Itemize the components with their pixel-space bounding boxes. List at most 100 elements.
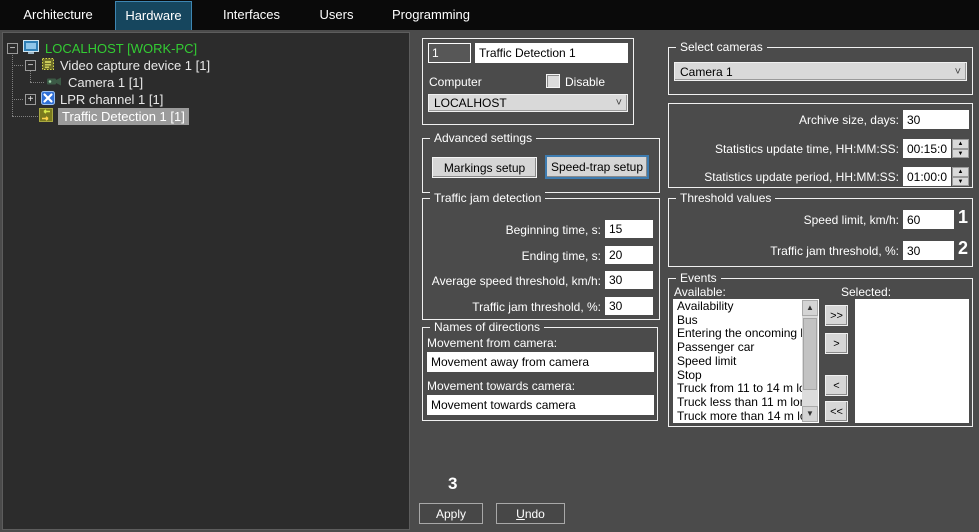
spin-down-icon[interactable]: ▼ [952, 177, 969, 187]
move-all-left-button[interactable]: << [825, 401, 848, 422]
camera-select-value: Camera 1 [680, 65, 733, 79]
jam-threshold-right-field[interactable] [903, 241, 954, 260]
stats-update-period-field[interactable] [903, 167, 951, 186]
disable-label: Disable [565, 75, 605, 89]
camera-icon [46, 75, 63, 90]
stats-update-time-field[interactable] [903, 139, 951, 158]
object-id-field[interactable] [428, 43, 471, 63]
tree-item-localhost[interactable]: − LOCALHOST [WORK-PC] [7, 40, 197, 57]
tree-item-label: Traffic Detection 1 [1] [58, 108, 189, 125]
chevron-down-icon: ˅ [955, 68, 961, 76]
markings-setup-button[interactable]: Markings setup [432, 157, 537, 178]
speed-limit-label: Speed limit, km/h: [673, 213, 899, 227]
ending-time-field[interactable] [605, 246, 653, 264]
callout-3: 3 [448, 474, 457, 494]
undo-rest: ndo [525, 507, 545, 521]
callout-1: 1 [958, 207, 968, 228]
lpr-channel-icon [41, 91, 55, 108]
tab-architecture[interactable]: Architecture [10, 1, 106, 29]
collapse-icon[interactable]: − [7, 43, 18, 54]
tab-hardware[interactable]: Hardware [115, 1, 192, 30]
tab-bar: Architecture Hardware Interfaces Users P… [0, 0, 979, 30]
move-all-right-button[interactable]: >> [825, 305, 848, 326]
avg-speed-threshold-field[interactable] [605, 271, 653, 289]
list-item[interactable]: Passenger car [674, 341, 802, 355]
tree-connector [12, 51, 13, 116]
traffic-jam-title: Traffic jam detection [430, 191, 545, 205]
archive-size-label: Archive size, days: [673, 113, 899, 127]
selected-events-list[interactable] [855, 299, 969, 423]
available-events-items: Availability Bus Entering the oncoming l… [674, 300, 802, 422]
beginning-time-label: Beginning time, s: [429, 223, 601, 237]
tree-item-traffic-detection[interactable]: Traffic Detection 1 [1] [39, 108, 189, 125]
advanced-settings-groupbox: Advanced settings Markings setup Speed-t… [422, 138, 660, 193]
tab-interfaces[interactable]: Interfaces [204, 1, 299, 29]
spin-down-icon[interactable]: ▼ [952, 149, 969, 159]
tree-connector [12, 65, 23, 66]
tree-item-label: Camera 1 [1] [68, 75, 143, 90]
list-item[interactable]: Truck from 11 to 14 m long [674, 382, 802, 396]
available-events-list[interactable]: Availability Bus Entering the oncoming l… [673, 299, 819, 423]
tree-item-label: LPR channel 1 [1] [60, 92, 163, 107]
movement-towards-label: Movement towards camera: [427, 379, 575, 393]
list-item[interactable]: Entering the oncoming lane [674, 327, 802, 341]
beginning-time-field[interactable] [605, 220, 653, 238]
available-label: Available: [674, 285, 726, 299]
chevron-down-icon: ˅ [616, 99, 622, 107]
expand-icon[interactable]: + [25, 94, 36, 105]
advanced-settings-title: Advanced settings [430, 131, 536, 145]
list-item[interactable]: Truck less than 11 m long [674, 396, 802, 410]
speed-limit-field[interactable] [903, 210, 954, 229]
scroll-up-icon[interactable]: ▲ [802, 300, 818, 316]
list-item[interactable]: Bus [674, 314, 802, 328]
events-title: Events [676, 271, 721, 285]
scroll-down-icon[interactable]: ▼ [802, 406, 818, 422]
directions-title: Names of directions [430, 320, 544, 334]
tree-item-lpr[interactable]: + LPR channel 1 [1] [25, 91, 163, 108]
collapse-icon[interactable]: − [25, 60, 36, 71]
tree-item-camera[interactable]: Camera 1 [1] [46, 74, 143, 91]
list-item[interactable]: Availability [674, 300, 802, 314]
move-left-button[interactable]: < [825, 375, 848, 396]
callout-2: 2 [958, 238, 968, 259]
jam-threshold-field[interactable] [605, 297, 653, 315]
apply-button[interactable]: Apply [419, 503, 483, 524]
threshold-values-title: Threshold values [676, 191, 775, 205]
camera-select[interactable]: Camera 1 ˅ [674, 62, 967, 81]
stats-update-time-label: Statistics update time, HH:MM:SS: [673, 142, 899, 156]
tree-item-video-device[interactable]: − Video capture device 1 [1] [25, 57, 210, 74]
archive-size-field[interactable] [903, 110, 969, 129]
speed-trap-setup-button[interactable]: Speed-trap setup [545, 155, 649, 179]
avg-speed-threshold-label: Average speed threshold, km/h: [429, 274, 601, 288]
jam-threshold-right-label: Traffic jam threshold, %: [673, 244, 899, 258]
tab-programming[interactable]: Programming [385, 1, 477, 29]
scrollbar[interactable]: ▲ ▼ [802, 300, 818, 422]
undo-accelerator: U [516, 507, 525, 521]
list-item[interactable]: Truck more than 14 m long [674, 410, 802, 422]
list-item[interactable]: Speed limit [674, 355, 802, 369]
scrollbar-thumb[interactable] [803, 318, 817, 390]
traffic-jam-groupbox: Traffic jam detection Beginning time, s:… [422, 198, 660, 320]
movement-from-label: Movement from camera: [427, 336, 557, 350]
monitor-icon [23, 40, 40, 57]
list-item[interactable]: Stop [674, 369, 802, 383]
app-window: Architecture Hardware Interfaces Users P… [0, 0, 979, 532]
identity-groupbox: Computer Disable LOCALHOST ˅ [422, 38, 634, 125]
disable-checkbox[interactable] [546, 74, 560, 88]
stats-update-period-label: Statistics update period, HH:MM:SS: [673, 170, 899, 184]
computer-label: Computer [429, 75, 482, 89]
statistics-groupbox: Archive size, days: Statistics update ti… [668, 103, 973, 188]
stats-update-time-stepper[interactable]: ▲▼ [952, 139, 969, 158]
movement-towards-field[interactable] [427, 395, 654, 415]
spin-up-icon[interactable]: ▲ [952, 167, 969, 177]
movement-from-field[interactable] [427, 352, 654, 372]
stats-update-period-stepper[interactable]: ▲▼ [952, 167, 969, 186]
tab-users[interactable]: Users [299, 1, 374, 29]
object-name-field[interactable] [475, 43, 628, 63]
spin-up-icon[interactable]: ▲ [952, 139, 969, 149]
undo-button[interactable]: Undo [496, 503, 565, 524]
events-groupbox: Events Available: Selected: Availability… [668, 278, 973, 427]
move-right-button[interactable]: > [825, 333, 848, 354]
computer-select[interactable]: LOCALHOST ˅ [428, 94, 628, 112]
select-cameras-groupbox: Select cameras Camera 1 ˅ [668, 47, 973, 95]
